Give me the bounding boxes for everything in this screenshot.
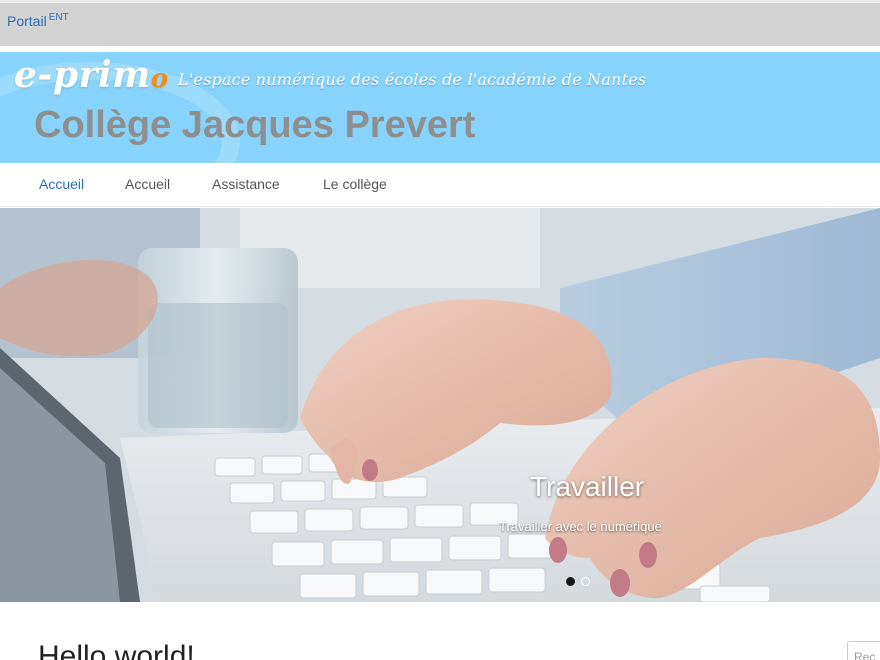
search-input[interactable]: Rec [847, 641, 880, 660]
post-title[interactable]: Hello world! [38, 640, 195, 660]
main-nav: Accueil Accueil Assistance Le collège [0, 163, 880, 207]
site-banner: e-primo L'espace numérique des écoles de… [0, 52, 880, 163]
portal-bar: Portail ENT [0, 0, 880, 46]
nav-item-le-college[interactable]: Le collège [323, 176, 387, 192]
logo-text: e-prim [14, 54, 151, 96]
slider-dot-1[interactable] [566, 577, 575, 586]
hands-typing-photo [0, 208, 880, 602]
hero-slider[interactable]: Travailler Travailler avec le numérique [0, 208, 880, 602]
portal-ent-link[interactable]: Portail ENT [7, 12, 69, 29]
nav-item-accueil-active[interactable]: Accueil [39, 176, 84, 192]
slider-dot-2[interactable] [581, 577, 590, 586]
portal-label: Portail [7, 13, 47, 29]
slide-title: Travailler [530, 471, 645, 502]
slide-caption: Travailler avec le numérique [499, 519, 662, 534]
main-content: Hello world! Rec [0, 602, 880, 660]
slider-pagination [566, 573, 596, 591]
banner-tagline: L'espace numérique des écoles de l'acadé… [178, 70, 647, 89]
nav-item-accueil[interactable]: Accueil [125, 176, 170, 192]
site-title[interactable]: Collège Jacques Prevert [34, 104, 475, 147]
nav-item-assistance[interactable]: Assistance [212, 176, 280, 192]
e-primo-logo[interactable]: e-primo [14, 54, 169, 96]
portal-sup: ENT [48, 12, 69, 23]
logo-o: o [150, 64, 169, 94]
